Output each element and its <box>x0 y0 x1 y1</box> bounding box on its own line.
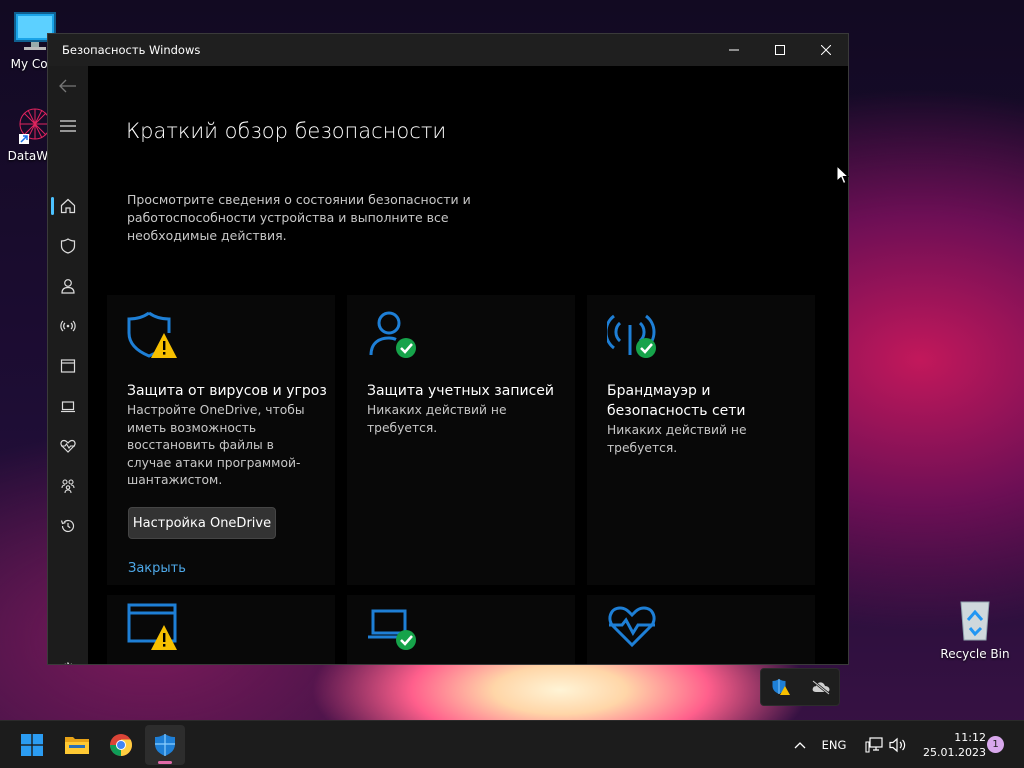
defender-shield-warning-icon <box>772 679 790 695</box>
account-icon <box>61 279 75 294</box>
sidebar <box>48 66 88 664</box>
back-icon <box>59 79 76 93</box>
card-device-security[interactable] <box>347 595 575 664</box>
minimize-icon <box>729 49 739 51</box>
file-explorer-button[interactable] <box>57 725 97 765</box>
tray-onedrive-button[interactable] <box>811 679 831 699</box>
account-ok-icon <box>369 311 416 358</box>
health-icon <box>60 439 76 453</box>
card-virus-protection[interactable]: Защита от вирусов и угроз Настройте OneD… <box>107 295 335 585</box>
windows-logo-icon <box>21 734 43 756</box>
shield-warning-icon <box>127 311 177 358</box>
windows-security-window: Безопасность Windows Краткий обзор безоп… <box>47 33 849 665</box>
desktop-icon-recycle-bin[interactable]: Recycle Bin <box>935 598 1015 661</box>
card-description: Настройте OneDrive, чтобы иметь возможно… <box>127 403 305 487</box>
window-title: Безопасность Windows <box>62 43 201 57</box>
minimize-button[interactable] <box>711 34 757 66</box>
close-button[interactable] <box>803 34 848 66</box>
main-content: Краткий обзор безопасности Просмотрите с… <box>88 66 848 664</box>
notification-badge[interactable]: 1 <box>987 736 1004 753</box>
maximize-button[interactable] <box>757 34 803 66</box>
defender-shield-icon <box>155 734 175 756</box>
nav-item-firewall[interactable] <box>48 308 88 344</box>
nav-item-virus-protection[interactable] <box>48 228 88 264</box>
mouse-cursor-icon <box>836 165 849 185</box>
taskbar: ENG 11:12 25.01.2023 <box>0 720 1024 768</box>
card-account-protection[interactable]: Защита учетных записей Никаких действий … <box>347 295 575 585</box>
home-icon <box>60 198 76 214</box>
card-description: Никаких действий не требуется. <box>607 423 747 455</box>
input-language-button[interactable]: ENG <box>818 721 850 768</box>
nav-item-device-health[interactable] <box>48 428 88 464</box>
menu-button[interactable] <box>48 108 88 144</box>
onedrive-off-icon <box>812 680 830 695</box>
card-device-health[interactable] <box>587 595 815 664</box>
chrome-button[interactable] <box>101 725 141 765</box>
nav-item-protection-history[interactable] <box>48 508 88 544</box>
card-description: Никаких действий не требуется. <box>367 403 507 435</box>
network-ethernet-icon <box>865 737 883 753</box>
chrome-icon <box>110 734 132 756</box>
family-icon <box>61 479 75 494</box>
windows-security-taskbar-button[interactable] <box>145 725 185 765</box>
tray-security-button[interactable] <box>771 678 791 700</box>
recycle-bin-icon <box>960 601 990 641</box>
page-title: Краткий обзор безопасности <box>126 119 447 143</box>
title-bar[interactable]: Безопасность Windows <box>48 34 848 66</box>
menu-icon <box>60 120 76 132</box>
nav-item-account-protection[interactable] <box>48 268 88 304</box>
laptop-ok-icon <box>368 609 416 650</box>
start-button[interactable] <box>12 725 52 765</box>
tray-overflow-flyout <box>760 668 840 706</box>
back-button[interactable] <box>48 68 88 104</box>
app-browser-warning-icon <box>127 603 177 650</box>
chevron-up-icon <box>794 742 806 749</box>
history-icon <box>60 519 75 533</box>
show-hidden-icons-button[interactable] <box>788 721 812 768</box>
volume-icon <box>889 737 906 753</box>
nav-item-app-browser-control[interactable] <box>48 348 88 384</box>
heart-pulse-icon <box>608 606 656 648</box>
nav-item-settings[interactable] <box>48 652 88 664</box>
nav-item-home[interactable] <box>48 188 88 224</box>
folder-icon <box>65 737 89 754</box>
network-icon <box>60 320 76 332</box>
app-browser-icon <box>60 359 76 373</box>
card-firewall[interactable]: Брандмауэр и безопасность сети Никаких д… <box>587 295 815 585</box>
close-icon <box>821 45 831 55</box>
card-app-browser-control[interactable] <box>107 595 335 664</box>
device-icon <box>61 401 75 413</box>
dismiss-link[interactable]: Закрыть <box>128 561 186 576</box>
clock-button[interactable]: 11:12 25.01.2023 <box>912 730 986 760</box>
network-ok-icon <box>607 314 656 358</box>
card-title: Брандмауэр и безопасность сети <box>607 383 746 419</box>
nav-item-device-security[interactable] <box>48 388 88 424</box>
quick-settings-button[interactable] <box>858 721 914 768</box>
nav-item-family-options[interactable] <box>48 468 88 504</box>
desktop-icon-label: Recycle Bin <box>940 647 1010 661</box>
shield-icon <box>60 238 76 254</box>
card-title: Защита учетных записей <box>367 383 554 399</box>
page-description: Просмотрите сведения о состоянии безопас… <box>127 192 471 243</box>
maximize-icon <box>775 45 785 55</box>
card-title: Защита от вирусов и угроз <box>127 383 327 399</box>
settings-icon <box>64 662 73 664</box>
clock-time: 11:12 <box>954 731 986 744</box>
setup-onedrive-button[interactable]: Настройка OneDrive <box>128 507 276 539</box>
clock-date: 25.01.2023 <box>923 746 986 759</box>
